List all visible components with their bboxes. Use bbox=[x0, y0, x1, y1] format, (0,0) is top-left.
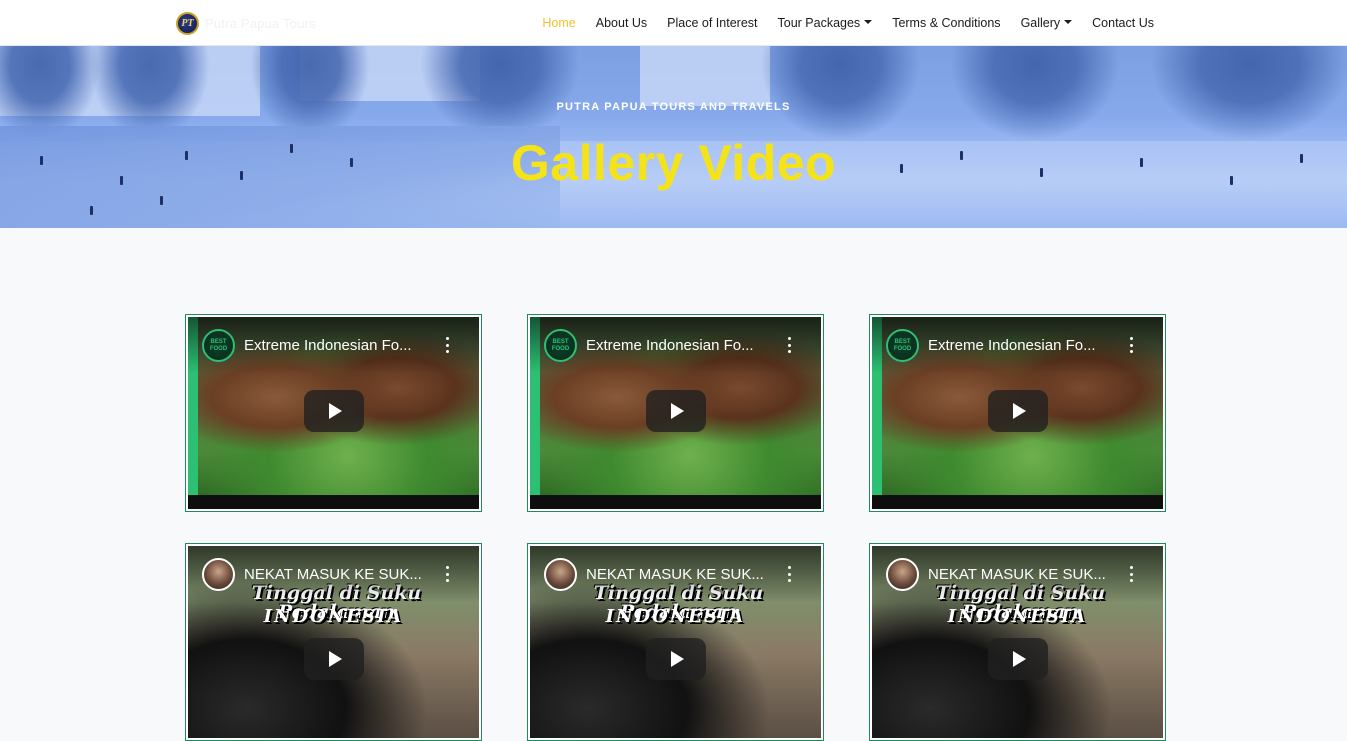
hero-palm bbox=[1150, 46, 1347, 141]
more-options-icon[interactable] bbox=[787, 566, 791, 582]
video-title[interactable]: Extreme Indonesian Fo... bbox=[244, 337, 445, 354]
channel-avatar-icon[interactable] bbox=[544, 558, 577, 591]
video-player[interactable]: BEST FOOD Extreme Indonesian Fo... bbox=[530, 317, 821, 509]
channel-badge-icon[interactable]: BEST FOOD bbox=[202, 329, 235, 362]
nav-item-label: Contact Us bbox=[1092, 16, 1154, 30]
video-title[interactable]: NEKAT MASUK KE SUK... bbox=[928, 566, 1129, 583]
channel-badge-icon[interactable]: BEST FOOD bbox=[886, 329, 919, 362]
nav-item-label: Terms & Conditions bbox=[892, 16, 1001, 30]
nav-item-about-us[interactable]: About Us bbox=[586, 16, 657, 30]
video-player[interactable]: Tinggal di Suku Pedalaman INDONESIA NEKA… bbox=[872, 546, 1163, 738]
nav-item-label: Place of Interest bbox=[667, 16, 758, 30]
nav-item-label: Tour Packages bbox=[777, 16, 861, 30]
hero-palm bbox=[760, 46, 920, 141]
brand-name: Putra Papua Tours bbox=[205, 15, 316, 31]
more-options-icon[interactable] bbox=[445, 566, 449, 582]
video-card[interactable]: BEST FOOD Extreme Indonesian Fo... bbox=[869, 314, 1166, 512]
play-button[interactable] bbox=[987, 390, 1048, 432]
play-button[interactable] bbox=[303, 390, 364, 432]
video-bottom-bar bbox=[530, 495, 821, 509]
video-card[interactable]: BEST FOOD Extreme Indonesian Fo... bbox=[185, 314, 482, 512]
page-title: Gallery Video bbox=[510, 135, 837, 191]
nav-item-tour-packages[interactable]: Tour Packages bbox=[768, 16, 883, 30]
video-player[interactable]: Tinggal di Suku Pedalaman INDONESIA NEKA… bbox=[530, 546, 821, 738]
hero-subtitle: PUTRA PAPUA TOURS AND TRAVELS bbox=[556, 101, 791, 113]
video-title[interactable]: Extreme Indonesian Fo... bbox=[586, 337, 787, 354]
video-title[interactable]: NEKAT MASUK KE SUK... bbox=[244, 566, 445, 583]
video-title[interactable]: NEKAT MASUK KE SUK... bbox=[586, 566, 787, 583]
channel-badge-icon[interactable]: BEST FOOD bbox=[544, 329, 577, 362]
thumbnail-caption: INDONESIA bbox=[947, 606, 1088, 627]
caret-down-icon bbox=[864, 20, 873, 24]
hero-palm bbox=[950, 46, 1120, 141]
play-button[interactable] bbox=[645, 638, 706, 680]
brand[interactable]: PT Putra Papua Tours bbox=[176, 11, 316, 35]
nav-item-label: About Us bbox=[595, 16, 648, 30]
more-options-icon[interactable] bbox=[787, 337, 791, 353]
video-bottom-bar bbox=[188, 495, 479, 509]
more-options-icon[interactable] bbox=[445, 337, 449, 353]
more-options-icon[interactable] bbox=[1129, 566, 1133, 582]
video-card[interactable]: Tinggal di Suku Pedalaman INDONESIA NEKA… bbox=[185, 543, 482, 741]
video-player[interactable]: Tinggal di Suku Pedalaman INDONESIA NEKA… bbox=[188, 546, 479, 738]
video-card[interactable]: BEST FOOD Extreme Indonesian Fo... bbox=[527, 314, 824, 512]
channel-avatar-icon[interactable] bbox=[886, 558, 919, 591]
caret-down-icon bbox=[1064, 20, 1073, 24]
nav-item-home[interactable]: Home bbox=[532, 16, 585, 30]
video-player[interactable]: BEST FOOD Extreme Indonesian Fo... bbox=[188, 317, 479, 509]
navbar: PT Putra Papua Tours Home About Us Place… bbox=[0, 0, 1347, 46]
video-card[interactable]: Tinggal di Suku Pedalaman INDONESIA NEKA… bbox=[869, 543, 1166, 741]
thumbnail-caption: INDONESIA bbox=[605, 606, 746, 627]
video-player[interactable]: BEST FOOD Extreme Indonesian Fo... bbox=[872, 317, 1163, 509]
nav-item-label: Gallery bbox=[1020, 16, 1061, 30]
play-button[interactable] bbox=[645, 390, 706, 432]
thumbnail-caption: INDONESIA bbox=[263, 606, 404, 627]
nav-item-label: Home bbox=[542, 16, 576, 30]
video-title[interactable]: Extreme Indonesian Fo... bbox=[928, 337, 1129, 354]
video-bottom-bar bbox=[872, 495, 1163, 509]
hero-building bbox=[640, 46, 770, 106]
nav-item-gallery[interactable]: Gallery bbox=[1011, 16, 1083, 30]
brand-logo-icon: PT bbox=[176, 11, 199, 35]
play-button[interactable] bbox=[987, 638, 1048, 680]
channel-avatar-icon[interactable] bbox=[202, 558, 235, 591]
hero-person bbox=[160, 196, 163, 205]
nav-item-contact-us[interactable]: Contact Us bbox=[1082, 16, 1164, 30]
play-button[interactable] bbox=[303, 638, 364, 680]
hero-banner: PUTRA PAPUA TOURS AND TRAVELS Gallery Vi… bbox=[0, 46, 1347, 228]
nav-links: Home About Us Place of Interest Tour Pac… bbox=[532, 0, 1164, 46]
nav-item-place-of-interest[interactable]: Place of Interest bbox=[657, 16, 767, 30]
more-options-icon[interactable] bbox=[1129, 337, 1133, 353]
nav-item-terms-conditions[interactable]: Terms & Conditions bbox=[882, 16, 1010, 30]
hero-person bbox=[90, 206, 93, 215]
video-card[interactable]: Tinggal di Suku Pedalaman INDONESIA NEKA… bbox=[527, 543, 824, 741]
